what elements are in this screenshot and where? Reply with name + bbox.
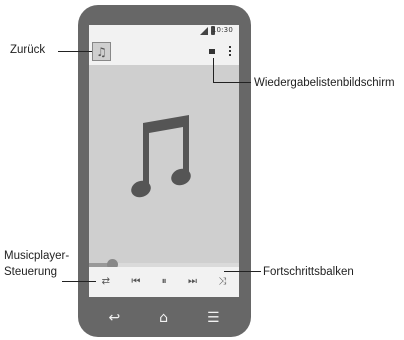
label-playlist: Wiedergabelistenbildschirm	[254, 77, 395, 89]
music-note-icon	[131, 115, 191, 198]
phone-screen: 10:30 ♫ ⇄ ⏮ ⏸ ⏭ ⤨	[89, 25, 239, 297]
album-art	[89, 65, 239, 263]
label-back: Zurück	[10, 44, 46, 56]
nav-back-icon[interactable]: ↩	[108, 311, 120, 325]
nav-recents-icon[interactable]: ☰	[207, 311, 220, 325]
pause-icon[interactable]: ⏸	[162, 277, 167, 287]
label-controls-line2: Steuerung	[4, 266, 58, 278]
playlist-icon[interactable]	[209, 49, 215, 54]
player-controls: ⇄ ⏮ ⏸ ⏭ ⤨	[89, 267, 239, 297]
leader-back	[58, 51, 92, 52]
app-bar: ♫	[89, 39, 239, 63]
nav-home-icon[interactable]: ⌂	[159, 311, 168, 325]
shuffle-icon[interactable]: ⤨	[218, 277, 226, 287]
leader-controls	[62, 281, 96, 282]
leader-playlist-h	[213, 82, 251, 83]
leader-progress	[224, 271, 261, 272]
music-note-icon: ♫	[96, 44, 107, 59]
back-button[interactable]: ♫	[92, 42, 111, 61]
label-progress: Fortschrittsbalken	[263, 266, 354, 278]
previous-icon[interactable]: ⏮	[131, 277, 140, 287]
label-controls-line1: Musicplayer-	[4, 250, 70, 262]
repeat-icon[interactable]: ⇄	[102, 277, 110, 287]
leader-playlist-v	[213, 58, 214, 82]
status-time: 10:30	[211, 26, 233, 34]
signal-icon	[200, 27, 208, 35]
status-bar: 10:30	[89, 25, 239, 37]
overflow-menu-icon[interactable]	[229, 46, 232, 58]
next-icon[interactable]: ⏭	[188, 277, 197, 287]
system-nav-bar: ↩ ⌂ ☰	[89, 306, 239, 330]
